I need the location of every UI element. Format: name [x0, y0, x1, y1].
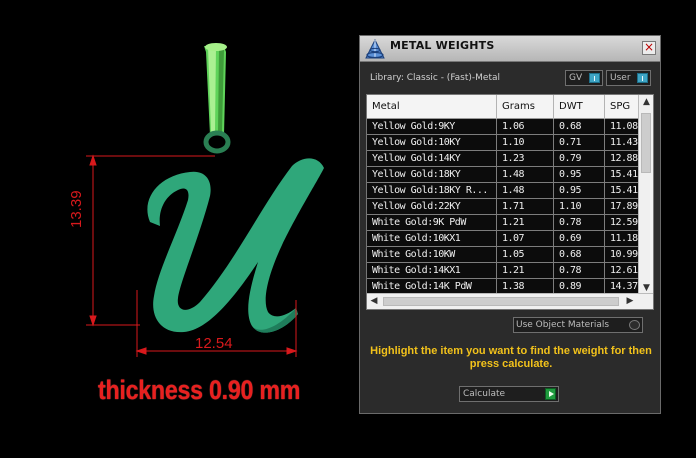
metal-cell: White Gold:10KW: [367, 247, 497, 262]
dwt-cell: 0.78: [554, 215, 605, 230]
horizontal-scroll-thumb[interactable]: [383, 297, 619, 306]
table-row[interactable]: Yellow Gold:18KY 1.48 0.95 15.41: [367, 167, 639, 183]
dwt-cell: 0.89: [554, 279, 605, 294]
column-header-metal[interactable]: Metal: [367, 95, 497, 119]
grams-cell: 1.10: [497, 135, 554, 150]
metal-weights-dialog: METAL WEIGHTS × Library: Classic - (Fast…: [359, 35, 661, 414]
table-row[interactable]: Yellow Gold:9KY 1.06 0.68 11.08: [367, 119, 639, 135]
user-toggle-label: User: [610, 73, 631, 83]
grams-cell: 1.21: [497, 215, 554, 230]
toggle-knob-icon: [589, 73, 600, 83]
dwt-cell: 0.71: [554, 135, 605, 150]
dialog-title: METAL WEIGHTS: [390, 39, 495, 52]
vertical-scroll-thumb[interactable]: [641, 113, 651, 173]
vertical-scrollbar[interactable]: ▲ ▼: [638, 95, 653, 295]
thickness-note: thickness 0.90 mm: [98, 375, 301, 405]
table-row[interactable]: Yellow Gold:14KY 1.23 0.79 12.88: [367, 151, 639, 167]
library-label: Library: Classic - (Fast)-Metal: [370, 73, 501, 83]
scroll-left-icon[interactable]: ◀: [367, 294, 381, 309]
metal-cell: Yellow Gold:22KY: [367, 199, 497, 214]
calculate-label: Calculate: [463, 389, 506, 399]
model-viewport[interactable]: 13.39 12.54 thickness 0.90 mm: [0, 0, 358, 458]
column-header-grams[interactable]: Grams: [497, 95, 554, 119]
table-row[interactable]: White Gold:10KW 1.05 0.68 10.99: [367, 247, 639, 263]
metal-cell: White Gold:14K PdW: [367, 279, 497, 294]
dwt-cell: 0.95: [554, 167, 605, 182]
gv-toggle-label: GV: [569, 73, 583, 83]
table-header: Metal Grams DWT SPG: [367, 95, 639, 119]
metal-cell: Yellow Gold:18KY R...: [367, 183, 497, 198]
table-row[interactable]: White Gold:9K PdW 1.21 0.78 12.59: [367, 215, 639, 231]
height-dimension-label: 13.39: [68, 190, 85, 228]
radio-knob-icon: [629, 320, 640, 330]
table-body: Yellow Gold:9KY 1.06 0.68 11.08 Yellow Gold…: [367, 119, 639, 295]
use-object-materials-toggle[interactable]: Use Object Materials: [513, 317, 643, 333]
grams-cell: 1.05: [497, 247, 554, 262]
metal-table[interactable]: Metal Grams DWT SPG Yellow Gold:9KY 1.06 0…: [366, 94, 654, 310]
dwt-cell: 0.68: [554, 119, 605, 134]
use-object-materials-label: Use Object Materials: [516, 320, 610, 330]
table-row[interactable]: White Gold:14KX1 1.21 0.78 12.61: [367, 263, 639, 279]
metal-cell: White Gold:14KX1: [367, 263, 497, 278]
grams-cell: 1.48: [497, 167, 554, 182]
grams-cell: 1.21: [497, 263, 554, 278]
dwt-cell: 0.78: [554, 263, 605, 278]
dwt-cell: 0.95: [554, 183, 605, 198]
user-toggle[interactable]: User: [606, 70, 651, 86]
table-row[interactable]: Yellow Gold:10KY 1.10 0.71 11.43: [367, 135, 639, 151]
instruction-hint: Highlight the item you want to find the …: [370, 345, 652, 370]
grams-cell: 1.06: [497, 119, 554, 134]
dwt-cell: 0.79: [554, 151, 605, 166]
metal-cell: Yellow Gold:10KY: [367, 135, 497, 150]
column-header-dwt[interactable]: DWT: [554, 95, 605, 119]
width-dimension-label: 12.54: [195, 335, 233, 352]
dwt-cell: 0.69: [554, 231, 605, 246]
grams-cell: 1.23: [497, 151, 554, 166]
scroll-up-icon[interactable]: ▲: [639, 95, 653, 109]
gv-toggle[interactable]: GV: [565, 70, 603, 86]
table-row[interactable]: Yellow Gold:22KY 1.71 1.10 17.89: [367, 199, 639, 215]
close-icon[interactable]: ×: [642, 41, 656, 55]
metal-cell: Yellow Gold:18KY: [367, 167, 497, 182]
horizontal-scrollbar[interactable]: ◀ ▶: [367, 293, 653, 309]
table-row[interactable]: White Gold:10KX1 1.07 0.69 11.18: [367, 231, 639, 247]
grams-cell: 1.71: [497, 199, 554, 214]
metal-cell: White Gold:9K PdW: [367, 215, 497, 230]
dialog-titlebar[interactable]: METAL WEIGHTS ×: [360, 36, 660, 62]
scroll-right-icon[interactable]: ▶: [623, 294, 637, 309]
letter-u-shape: [147, 158, 324, 333]
dwt-cell: 1.10: [554, 199, 605, 214]
toggle-knob-icon: [637, 73, 648, 83]
play-arrow-icon: [545, 388, 556, 400]
dwt-cell: 0.68: [554, 247, 605, 262]
metal-cell: Yellow Gold:14KY: [367, 151, 497, 166]
calculate-button[interactable]: Calculate: [459, 386, 559, 402]
scale-icon: [365, 38, 385, 59]
metal-cell: Yellow Gold:9KY: [367, 119, 497, 134]
grams-cell: 1.48: [497, 183, 554, 198]
metal-cell: White Gold:10KX1: [367, 231, 497, 246]
table-row[interactable]: Yellow Gold:18KY R... 1.48 0.95 15.41: [367, 183, 639, 199]
bail-shape: [203, 43, 231, 154]
grams-cell: 1.07: [497, 231, 554, 246]
grams-cell: 1.38: [497, 279, 554, 294]
